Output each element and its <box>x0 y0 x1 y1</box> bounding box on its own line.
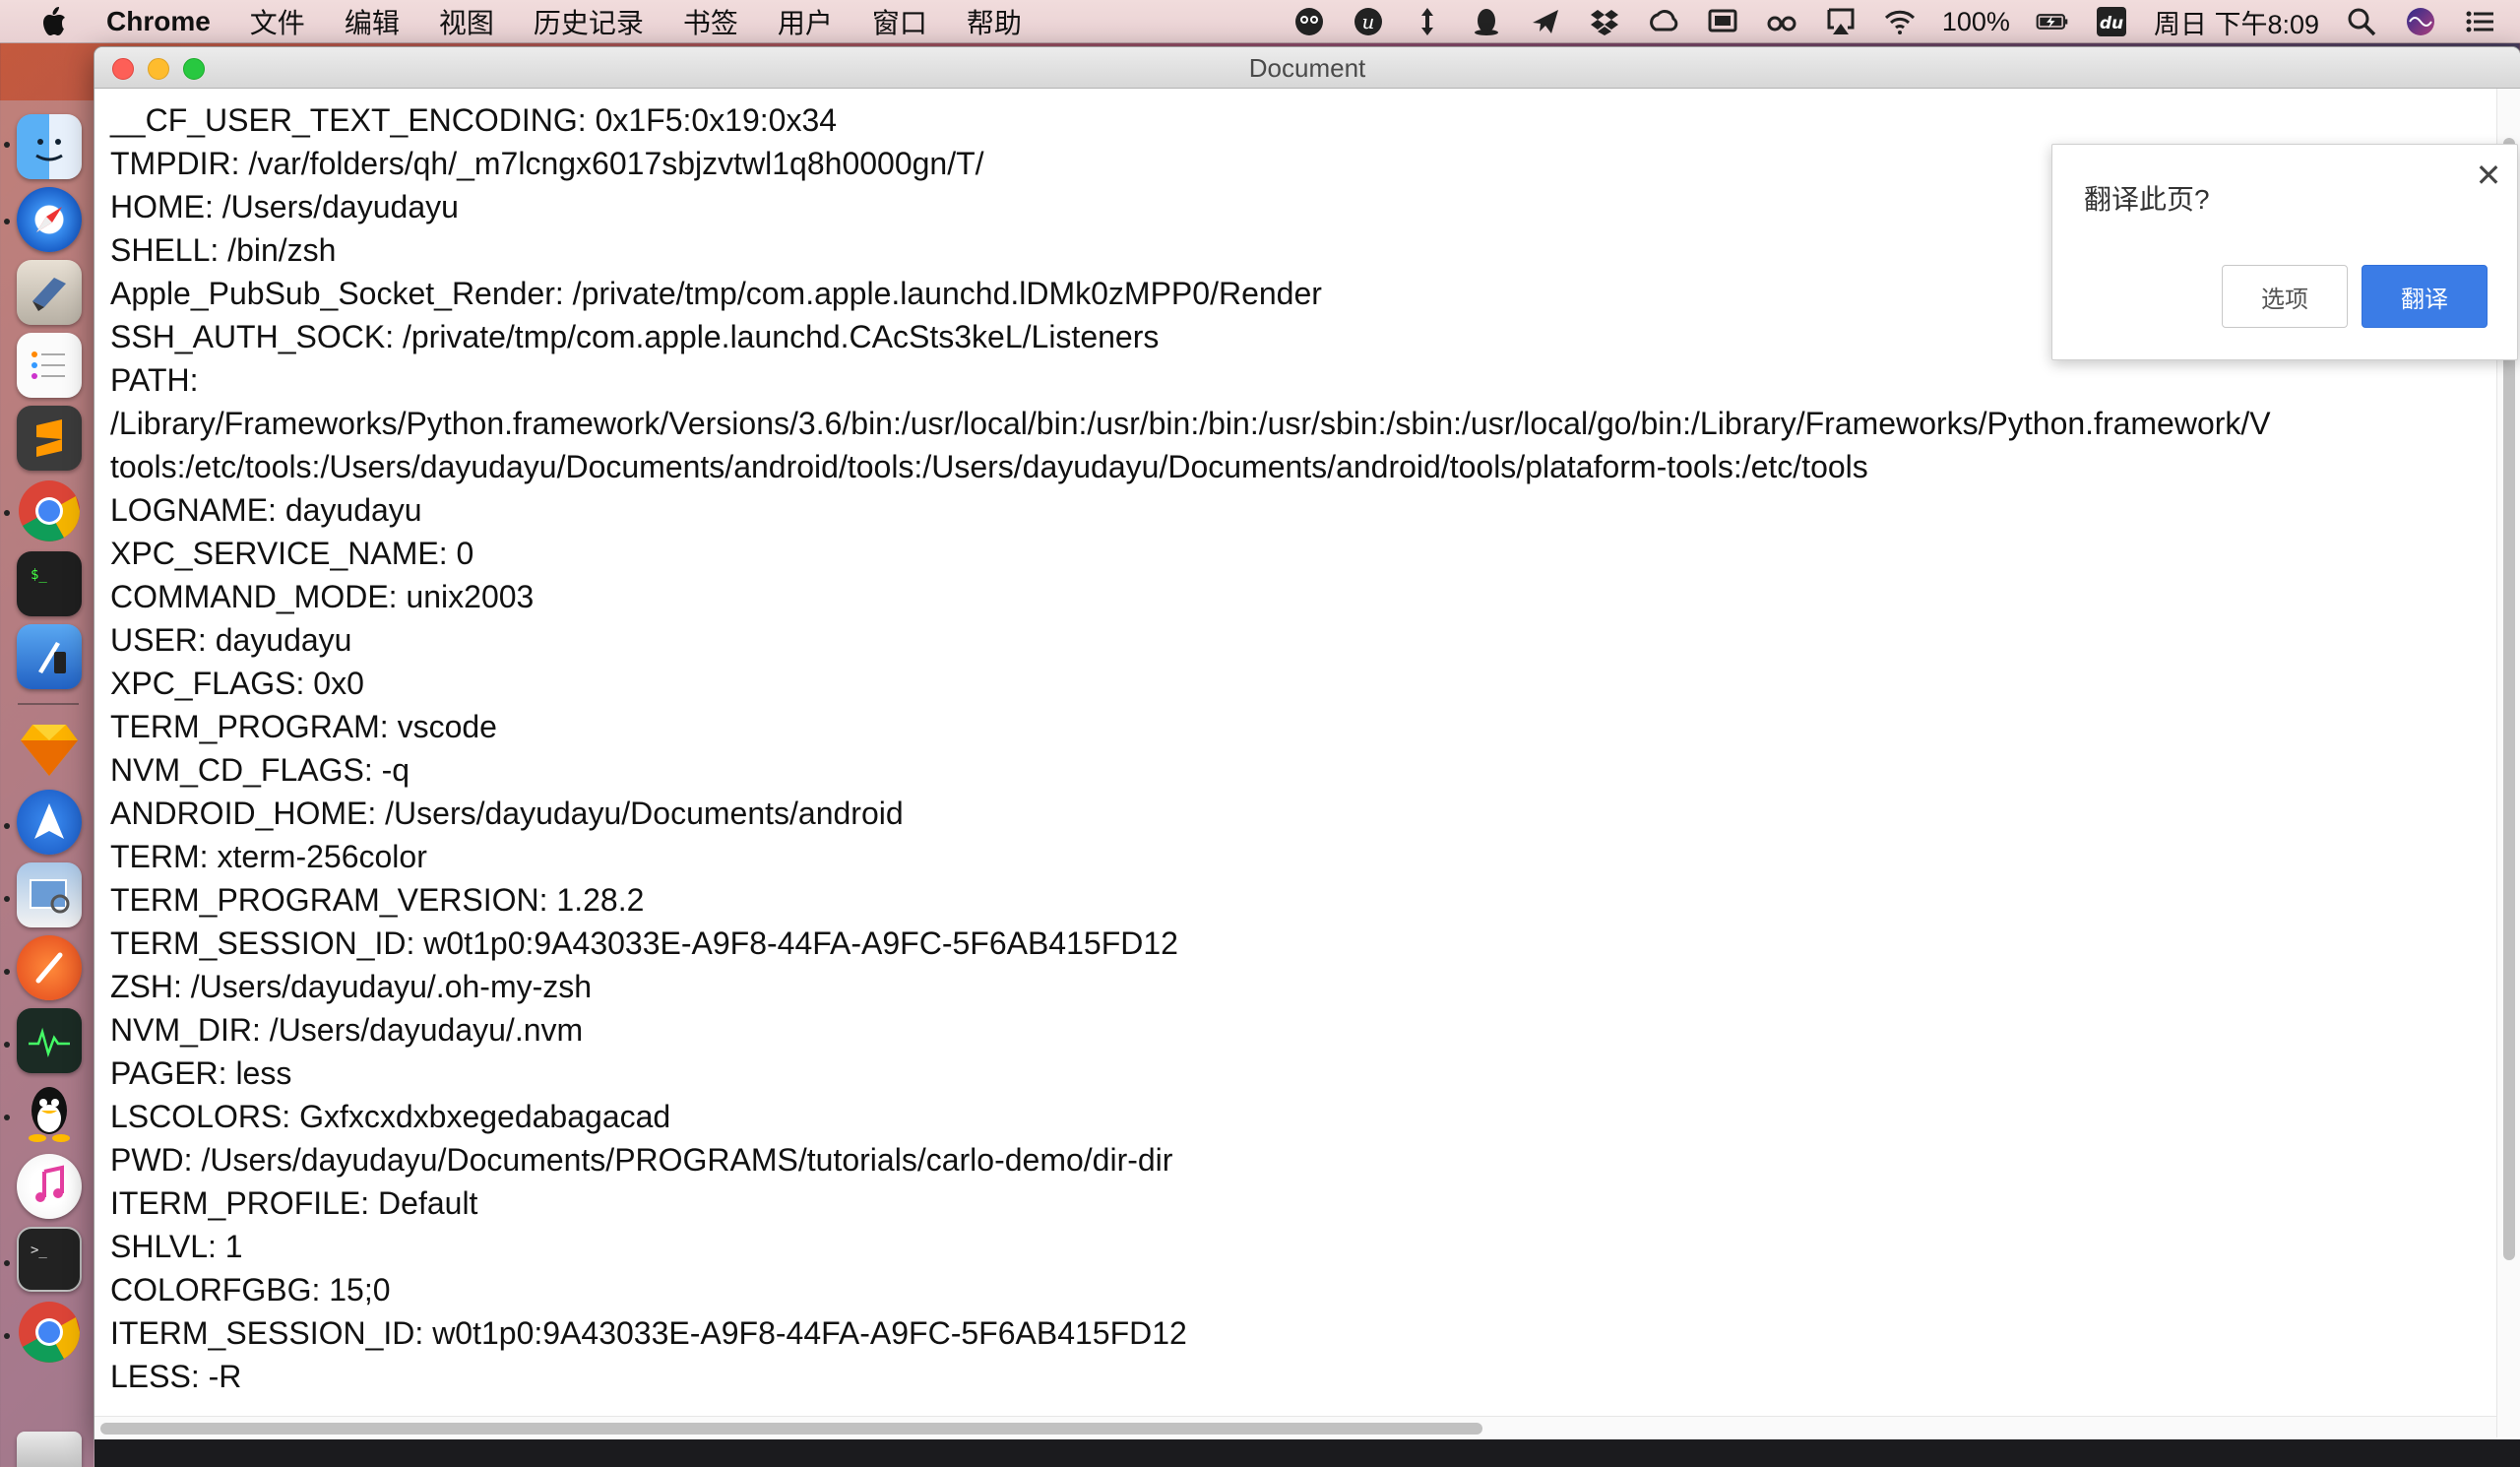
glasses-icon[interactable] <box>1765 5 1798 38</box>
env-line: TERM_PROGRAM_VERSION: 1.28.2 <box>110 882 645 918</box>
translate-button[interactable]: 翻译 <box>2362 265 2488 328</box>
window-title: Document <box>1248 53 1366 83</box>
close-icon[interactable]: ✕ <box>2472 158 2505 193</box>
env-line: COLORFGBG: 15;0 <box>110 1272 391 1308</box>
translate-prompt: 翻译此页? <box>2084 184 2210 215</box>
menu-app-name[interactable]: Chrome <box>106 6 230 37</box>
iterm-icon[interactable]: >_ <box>17 1227 82 1292</box>
trash-icon[interactable] <box>17 1432 82 1467</box>
horizontal-scrollbar[interactable] <box>94 1416 2496 1439</box>
dock-separator <box>18 703 79 705</box>
finder-icon[interactable] <box>17 114 82 179</box>
env-line: TERM: xterm-256color <box>110 839 427 874</box>
menu-file[interactable]: 文件 <box>230 2 325 41</box>
svg-text:$_: $_ <box>31 567 47 583</box>
options-button[interactable]: 选项 <box>2222 265 2348 328</box>
env-line: ITERM_PROFILE: Default <box>110 1185 478 1221</box>
menu-bookmarks[interactable]: 书签 <box>663 2 758 41</box>
svg-text:>_: >_ <box>31 1243 47 1258</box>
env-line: __CF_USER_TEXT_ENCODING: 0x1F5:0x19:0x34 <box>110 102 838 138</box>
mail-icon[interactable] <box>17 260 82 325</box>
chrome-icon[interactable] <box>17 1300 82 1365</box>
translate-popup: 翻译此页? ✕ 选项 翻译 <box>2051 144 2518 360</box>
menu-bar: Chrome 文件 编辑 视图 历史记录 书签 用户 窗口 帮助 u 100% … <box>0 0 2520 43</box>
menu-help[interactable]: 帮助 <box>947 2 1041 41</box>
svg-text:u: u <box>1361 10 1374 33</box>
qq-icon[interactable] <box>17 1081 82 1146</box>
xcode-icon[interactable] <box>17 624 82 689</box>
env-line: XPC_FLAGS: 0x0 <box>110 666 364 701</box>
paper-plane-icon[interactable] <box>1529 5 1562 38</box>
menu-people[interactable]: 用户 <box>758 2 852 41</box>
env-line: XPC_SERVICE_NAME: 0 <box>110 536 474 571</box>
search-icon[interactable] <box>2345 5 2378 38</box>
dock-running-indicator <box>4 219 10 224</box>
chrome-icon[interactable] <box>17 478 82 543</box>
menu-view[interactable]: 视图 <box>419 2 514 41</box>
preview-icon[interactable] <box>17 862 82 927</box>
apple-icon <box>43 6 65 35</box>
dock: $_ >_ <box>0 100 94 1467</box>
env-line: SHLVL: 1 <box>110 1229 243 1264</box>
paw-icon[interactable] <box>17 935 82 1000</box>
menu-history[interactable]: 历史记录 <box>514 2 663 41</box>
clock[interactable]: 周日 下午8:09 <box>2154 3 2319 41</box>
battery-percent: 100% <box>1941 6 2010 36</box>
dock-running-indicator <box>4 142 10 148</box>
env-line: NVM_DIR: /Users/dayudayu/.nvm <box>110 1012 584 1048</box>
env-line: ITERM_SESSION_ID: w0t1p0:9A43033E-A9F8-4… <box>110 1315 1187 1351</box>
list-icon[interactable] <box>2463 5 2496 38</box>
env-line: ANDROID_HOME: /Users/dayudayu/Documents/… <box>110 796 904 831</box>
dock-running-indicator <box>4 969 10 975</box>
env-line: PWD: /Users/dayudayu/Documents/PROGRAMS/… <box>110 1142 1173 1178</box>
env-line: LOGNAME: dayudayu <box>110 492 422 528</box>
safari-icon[interactable] <box>17 187 82 252</box>
env-line: LSCOLORS: Gxfxcxdxbxegedabagacad <box>110 1099 671 1134</box>
dock-running-indicator <box>4 1042 10 1048</box>
menu-edit[interactable]: 编辑 <box>325 2 419 41</box>
env-line: PATH: <box>110 362 199 398</box>
env-line: LESS: -R <box>110 1359 242 1394</box>
title-bar[interactable]: Document <box>94 47 2520 89</box>
env-line: tools:/etc/tools:/Users/dayudayu/Documen… <box>110 449 1868 484</box>
dock-running-indicator <box>4 1115 10 1120</box>
dock-running-indicator <box>4 823 10 829</box>
du-icon[interactable]: du <box>2095 5 2128 38</box>
env-line: /Library/Frameworks/Python.framework/Ver… <box>110 406 2271 441</box>
qq-icon[interactable] <box>1470 5 1503 38</box>
spark-icon[interactable] <box>17 790 82 855</box>
dock-running-indicator <box>4 1260 10 1266</box>
sublime-text-icon[interactable] <box>17 406 82 471</box>
svg-text:du: du <box>2100 14 2123 33</box>
siri-icon[interactable] <box>2404 5 2437 38</box>
bottom-strip <box>94 1439 2520 1467</box>
env-line: PAGER: less <box>110 1055 292 1091</box>
activity-monitor-icon[interactable] <box>17 1008 82 1073</box>
wifi-icon[interactable] <box>1883 5 1917 38</box>
horizontal-scroll-thumb[interactable] <box>100 1423 1482 1435</box>
reminders-icon[interactable] <box>17 333 82 398</box>
sketch-icon[interactable] <box>17 717 82 782</box>
battery-icon[interactable] <box>2036 5 2069 38</box>
u-icon[interactable]: u <box>1352 5 1385 38</box>
apple-menu[interactable] <box>0 6 106 37</box>
env-line: ZSH: /Users/dayudayu/.oh-my-zsh <box>110 969 593 1004</box>
dock-running-indicator <box>4 896 10 902</box>
dock-running-indicator <box>4 510 10 516</box>
display-icon[interactable] <box>1706 5 1739 38</box>
airplay-icon[interactable] <box>1824 5 1858 38</box>
menu-window[interactable]: 窗口 <box>852 2 947 41</box>
env-line: COMMAND_MODE: unix2003 <box>110 579 535 614</box>
dock-running-indicator <box>4 1333 10 1339</box>
env-line: USER: dayudayu <box>110 622 352 658</box>
env-line: NVM_CD_FLAGS: -q <box>110 752 410 788</box>
owl-icon[interactable] <box>1292 5 1326 38</box>
arrows-icon[interactable] <box>1411 5 1444 38</box>
env-line: TERM_PROGRAM: vscode <box>110 709 497 744</box>
creative-cloud-icon[interactable] <box>1647 5 1680 38</box>
itunes-icon[interactable] <box>17 1154 82 1219</box>
env-line: TERM_SESSION_ID: w0t1p0:9A43033E-A9F8-44… <box>110 925 1178 961</box>
dropbox-icon[interactable] <box>1588 5 1621 38</box>
terminal-icon[interactable]: $_ <box>17 551 82 616</box>
